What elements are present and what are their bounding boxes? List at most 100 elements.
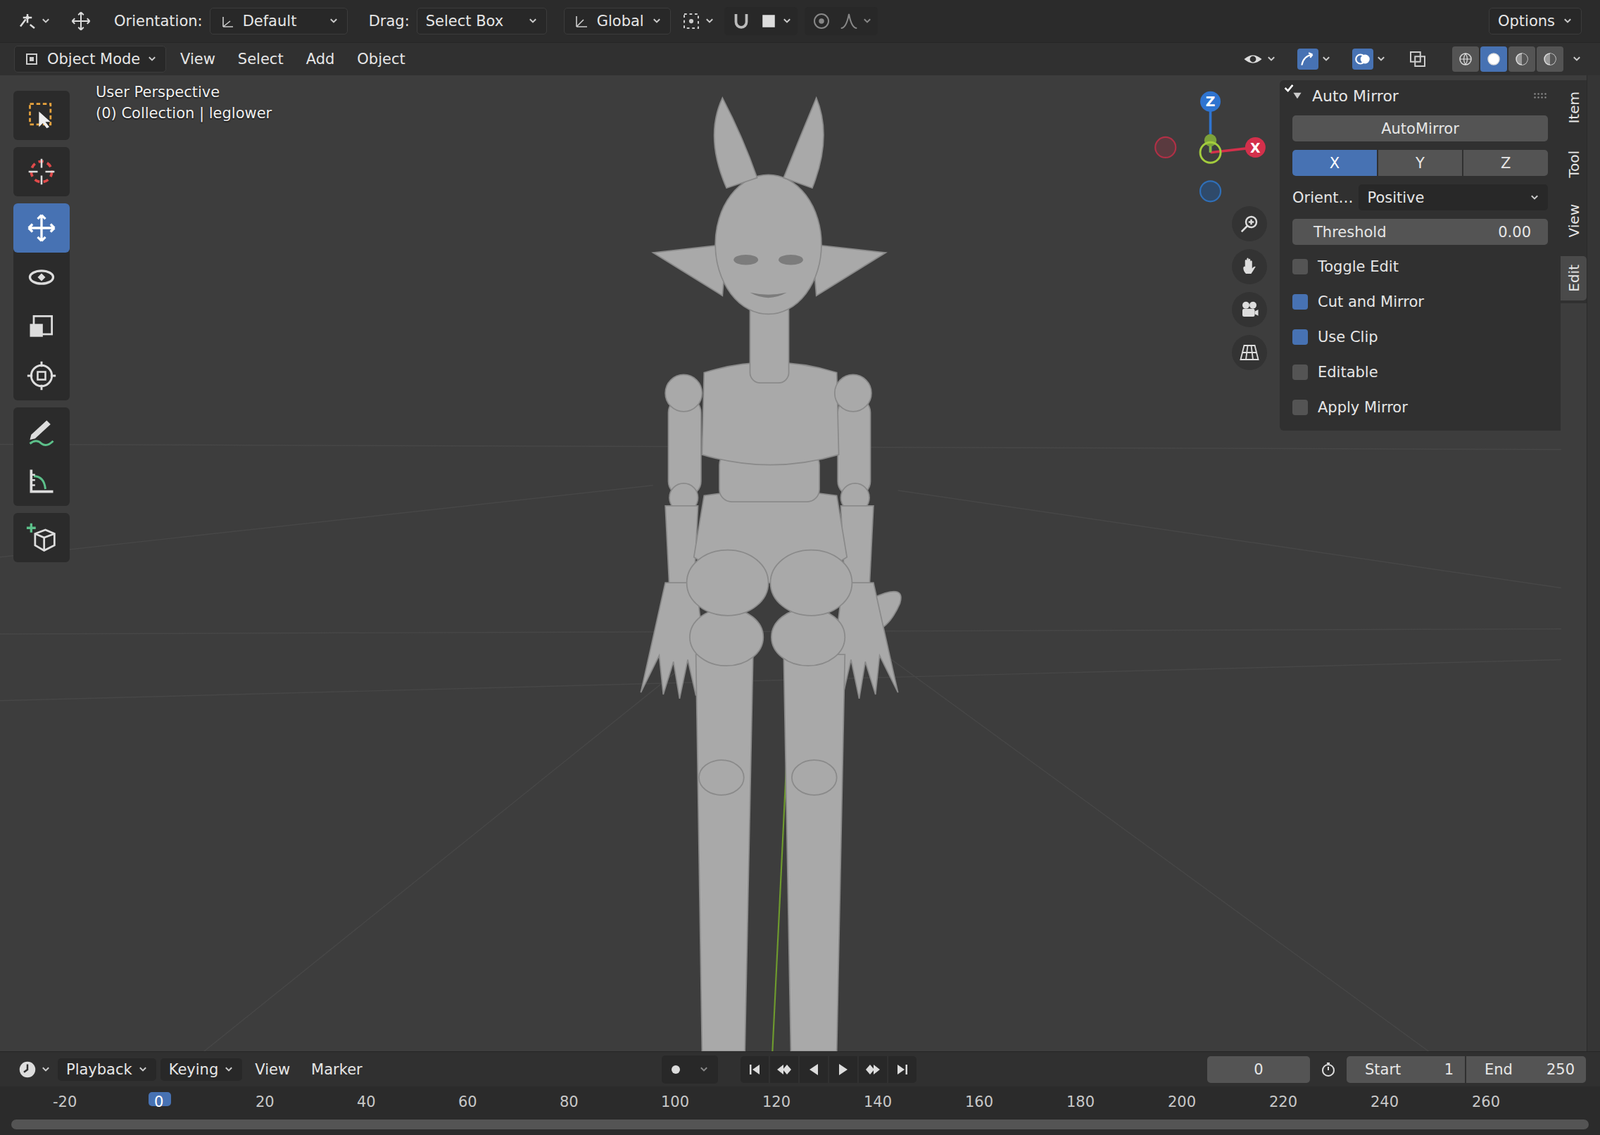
transform-tool[interactable]	[13, 351, 70, 401]
drag-dropdown[interactable]: Select Box	[416, 7, 547, 35]
checkbox-row[interactable]: Use Clip	[1292, 323, 1548, 351]
expand-triangle-icon	[1292, 90, 1303, 101]
jump-end-icon	[893, 1061, 911, 1079]
record-dot-icon	[667, 1061, 685, 1079]
options-dropdown[interactable]: Options	[1488, 7, 1582, 35]
3d-viewport[interactable]: User Perspective(0) Collection | leglowe…	[0, 75, 1600, 1052]
sidebar-tab[interactable]: Item	[1560, 83, 1587, 133]
timeline-menu[interactable]: View	[246, 1058, 299, 1082]
neg-x-axis[interactable]	[1155, 137, 1176, 158]
rotate-tool[interactable]	[13, 252, 70, 302]
frame-tick: 220	[1263, 1092, 1287, 1107]
move-arrows-icon[interactable]	[70, 10, 92, 32]
axis-gizmo[interactable]: ZX	[1150, 85, 1273, 208]
drag-handle-icon[interactable]	[1532, 92, 1548, 100]
wireframe-shading-button[interactable]	[1452, 46, 1479, 72]
axis-button[interactable]: X	[1292, 149, 1377, 176]
axis-button[interactable]: Y	[1378, 149, 1463, 176]
xray-toggle[interactable]	[1401, 46, 1434, 72]
sidebar-tab[interactable]: Edit	[1560, 256, 1587, 301]
header-menu-item[interactable]: Object	[348, 47, 414, 71]
checkbox[interactable]	[1292, 399, 1308, 416]
timeline-ruler[interactable]: -20020406080100120140160180200220240260	[0, 1086, 1600, 1135]
timeline-scrollbar[interactable]	[11, 1119, 1589, 1130]
transform-orientation-dropdown[interactable]: Global	[563, 7, 671, 35]
play-reverse-button[interactable]	[799, 1056, 828, 1084]
record-button[interactable]	[661, 1055, 690, 1085]
preview-range-toggle[interactable]	[1314, 1055, 1343, 1085]
panel-header[interactable]: Auto Mirror	[1279, 80, 1561, 112]
gizmo-toggle[interactable]	[1291, 46, 1337, 72]
measure-tool[interactable]	[13, 456, 70, 507]
checkbox[interactable]	[1292, 294, 1308, 310]
tool-group	[13, 203, 70, 401]
x-axis[interactable]	[1245, 137, 1266, 158]
checkbox-row[interactable]: Cut and Mirror	[1292, 288, 1548, 316]
sidebar-tab[interactable]: View	[1560, 195, 1587, 246]
annotate-tool[interactable]	[13, 407, 70, 457]
header-menu-item[interactable]: Add	[297, 47, 344, 71]
checkbox-row[interactable]: Toggle Edit	[1292, 253, 1548, 281]
viewport-editor-icon	[16, 10, 39, 32]
sidebar-tab[interactable]: Tool	[1560, 142, 1587, 187]
current-frame-field[interactable]: 0	[1207, 1056, 1310, 1084]
prev-keyframe-button[interactable]	[770, 1056, 799, 1084]
chevron-icon[interactable]	[1571, 54, 1582, 65]
character-model[interactable]	[640, 97, 902, 1052]
header-menu-item[interactable]: View	[171, 47, 224, 71]
visibility-toggle[interactable]	[1236, 46, 1282, 72]
camera-view-button[interactable]	[1231, 292, 1268, 328]
material-shading-button[interactable]	[1508, 46, 1536, 72]
rendered-shading-button[interactable]	[1536, 46, 1564, 72]
checkbox-row[interactable]: Editable	[1292, 358, 1548, 386]
cursor-tool[interactable]	[13, 147, 70, 197]
select-box-tool[interactable]	[13, 90, 70, 141]
checkbox[interactable]	[1292, 364, 1308, 381]
orientation-dropdown[interactable]: Positive	[1358, 184, 1548, 211]
neg-y-axis[interactable]	[1200, 142, 1221, 163]
zoom-button[interactable]	[1231, 206, 1268, 242]
pivot-point-button[interactable]	[677, 7, 718, 36]
projection-button[interactable]	[1231, 335, 1268, 371]
threshold-field[interactable]: Threshold0.00	[1292, 218, 1548, 245]
move-tool[interactable]	[13, 203, 70, 253]
keying-mode-button[interactable]	[689, 1055, 718, 1085]
editor-type-button[interactable]	[14, 7, 54, 36]
jump-start-button[interactable]	[740, 1056, 769, 1084]
falloff-button[interactable]	[835, 7, 875, 36]
overlay-toggle[interactable]	[1346, 46, 1392, 72]
header-menu-item[interactable]: Select	[229, 47, 293, 71]
y-axis[interactable]	[1204, 134, 1217, 147]
play-button[interactable]	[829, 1056, 858, 1084]
drag-value: Select Box	[425, 12, 505, 30]
checkbox[interactable]	[1292, 259, 1308, 275]
start-frame-field[interactable]: Start1	[1346, 1056, 1465, 1084]
solid-shading-button[interactable]	[1480, 46, 1508, 72]
next-keyframe-button[interactable]	[858, 1056, 887, 1084]
timeline-editor-type[interactable]	[14, 1055, 54, 1085]
rendered-sphere-icon	[1541, 50, 1559, 68]
timeline-menu[interactable]: Keying	[160, 1058, 243, 1082]
end-frame-field[interactable]: End250	[1466, 1056, 1586, 1084]
jump-end-button[interactable]	[888, 1056, 917, 1084]
face-details	[733, 254, 804, 298]
snap-toggle[interactable]	[727, 7, 756, 36]
timeline-menu[interactable]: Marker	[302, 1058, 371, 1082]
automirror-button[interactable]: AutoMirror	[1292, 115, 1548, 142]
scale-tool[interactable]	[13, 301, 70, 352]
orientation-dropdown[interactable]: Default	[209, 7, 348, 35]
mode-dropdown[interactable]: Object Mode	[14, 45, 167, 73]
checkbox-row[interactable]: Apply Mirror	[1292, 394, 1548, 421]
pan-button[interactable]	[1231, 249, 1268, 285]
proportional-toggle[interactable]	[807, 7, 836, 36]
checkbox[interactable]	[1292, 329, 1308, 345]
add-cube-tool[interactable]	[13, 513, 70, 563]
chevron-icon	[328, 16, 339, 27]
frame-tick: 120	[756, 1092, 780, 1107]
frame-tick: 60	[452, 1092, 476, 1107]
axis-button[interactable]: Z	[1463, 149, 1548, 176]
snap-target-button[interactable]	[755, 7, 795, 36]
neg-z-axis[interactable]	[1200, 180, 1221, 202]
timeline-menu[interactable]: Playback	[57, 1058, 157, 1082]
z-axis[interactable]	[1200, 91, 1221, 112]
